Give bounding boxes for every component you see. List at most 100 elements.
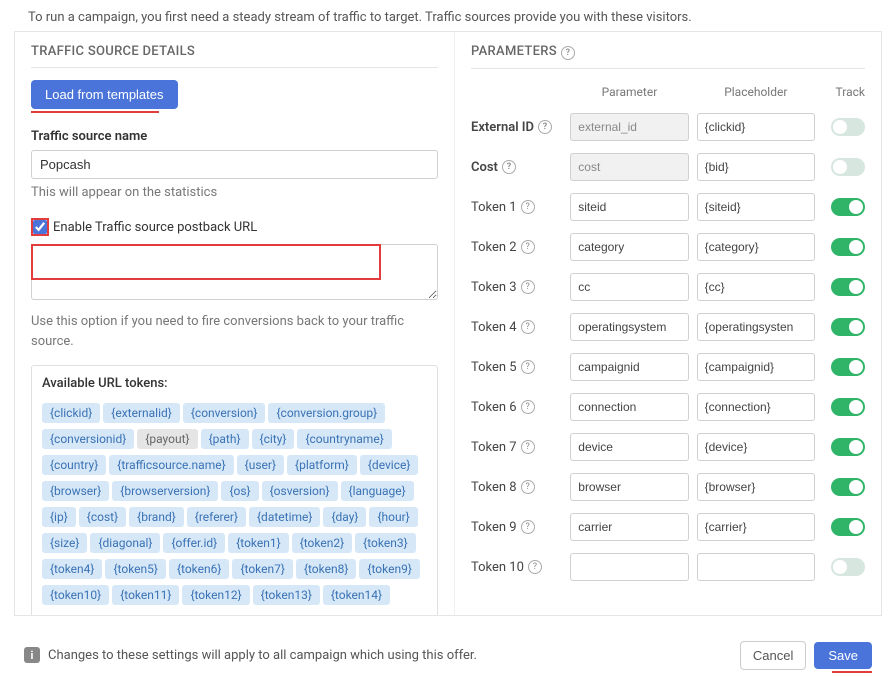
token-pill[interactable]: {hour} [369, 507, 417, 527]
token-pill[interactable]: {offer.id} [163, 533, 225, 553]
parameter-input[interactable] [570, 313, 688, 341]
track-toggle[interactable] [831, 158, 865, 176]
parameter-input[interactable] [570, 473, 688, 501]
token-pill[interactable]: {user} [237, 455, 284, 475]
token-pill[interactable]: {token1} [228, 533, 288, 553]
track-toggle[interactable] [831, 118, 865, 136]
placeholder-input[interactable] [697, 433, 815, 461]
parameter-input[interactable] [570, 273, 688, 301]
track-toggle[interactable] [831, 478, 865, 496]
info-icon: i [24, 647, 40, 663]
load-from-templates-button[interactable]: Load from templates [31, 80, 178, 109]
param-row: Token 6? [471, 387, 865, 427]
token-pill[interactable]: {externalid} [103, 403, 180, 423]
parameter-input[interactable] [570, 433, 688, 461]
help-icon[interactable]: ? [521, 280, 535, 294]
parameter-input[interactable] [570, 233, 688, 261]
token-pill[interactable]: {size} [42, 533, 87, 553]
param-row: Token 10? [471, 547, 865, 587]
token-pill[interactable]: {token4} [42, 559, 102, 579]
help-icon[interactable]: ? [521, 320, 535, 334]
token-pill[interactable]: {os} [221, 481, 258, 501]
help-icon[interactable]: ? [502, 160, 516, 174]
token-pill[interactable]: {cost} [79, 507, 126, 527]
token-pill[interactable]: {token3} [355, 533, 415, 553]
help-icon[interactable]: ? [561, 46, 575, 60]
cancel-button[interactable]: Cancel [740, 641, 806, 670]
token-pill[interactable]: {token2} [292, 533, 352, 553]
track-toggle[interactable] [831, 438, 865, 456]
placeholder-input[interactable] [697, 113, 815, 141]
placeholder-input[interactable] [697, 393, 815, 421]
token-pill[interactable]: {ip} [42, 507, 76, 527]
parameter-input[interactable] [570, 193, 688, 221]
token-pill[interactable]: {conversionid} [42, 429, 134, 449]
placeholder-input[interactable] [697, 233, 815, 261]
track-toggle[interactable] [831, 238, 865, 256]
placeholder-input[interactable] [697, 553, 815, 581]
token-pill[interactable]: {day} [323, 507, 366, 527]
traffic-source-name-input[interactable] [31, 150, 438, 179]
track-toggle[interactable] [831, 398, 865, 416]
track-toggle[interactable] [831, 278, 865, 296]
token-pill[interactable]: {platform} [287, 455, 357, 475]
token-pill[interactable]: {token9} [359, 559, 419, 579]
token-pill[interactable]: {browserversion} [112, 481, 218, 501]
token-pill[interactable]: {language} [341, 481, 414, 501]
token-pill[interactable]: {clickid} [42, 403, 100, 423]
token-pill[interactable]: {token14} [323, 585, 390, 605]
token-pill[interactable]: {city} [252, 429, 295, 449]
token-pill[interactable]: {referer} [187, 507, 246, 527]
token-pill[interactable]: {token10} [42, 585, 109, 605]
help-icon[interactable]: ? [521, 360, 535, 374]
token-pill[interactable]: {diagonal} [90, 533, 160, 553]
token-pill[interactable]: {token5} [105, 559, 165, 579]
enable-postback-checkbox[interactable] [33, 220, 47, 234]
save-button[interactable]: Save [814, 642, 872, 669]
parameter-input[interactable] [570, 353, 688, 381]
token-pill[interactable]: {country} [42, 455, 106, 475]
help-icon[interactable]: ? [521, 520, 535, 534]
token-pill[interactable]: {brand} [129, 507, 184, 527]
token-pill[interactable]: {path} [201, 429, 249, 449]
postback-url-textarea[interactable] [31, 244, 438, 300]
placeholder-input[interactable] [697, 513, 815, 541]
track-toggle[interactable] [831, 198, 865, 216]
parameter-input[interactable] [570, 393, 688, 421]
help-icon[interactable]: ? [521, 480, 535, 494]
help-icon[interactable]: ? [521, 440, 535, 454]
token-pill[interactable]: {token12} [182, 585, 249, 605]
token-pill[interactable]: {token7} [232, 559, 292, 579]
track-toggle[interactable] [831, 558, 865, 576]
token-pill[interactable]: {token11} [112, 585, 179, 605]
help-icon[interactable]: ? [538, 120, 552, 134]
placeholder-input[interactable] [697, 153, 815, 181]
token-pill[interactable]: {datetime} [249, 507, 320, 527]
token-pill[interactable]: {token13} [253, 585, 320, 605]
help-icon[interactable]: ? [521, 200, 535, 214]
placeholder-input[interactable] [697, 313, 815, 341]
placeholder-input[interactable] [697, 473, 815, 501]
token-pill[interactable]: {countryname} [297, 429, 391, 449]
token-pill[interactable]: {device} [360, 455, 419, 475]
help-icon[interactable]: ? [521, 400, 535, 414]
placeholder-input[interactable] [697, 273, 815, 301]
token-pill[interactable]: {token6} [169, 559, 229, 579]
token-pill[interactable]: {payout} [137, 429, 197, 449]
placeholder-input[interactable] [697, 353, 815, 381]
placeholder-input[interactable] [697, 193, 815, 221]
help-icon[interactable]: ? [528, 560, 542, 574]
parameter-input[interactable] [570, 553, 688, 581]
track-toggle[interactable] [831, 358, 865, 376]
token-pill[interactable]: {conversion.group} [268, 403, 385, 423]
track-toggle[interactable] [831, 318, 865, 336]
track-toggle[interactable] [831, 518, 865, 536]
token-pill[interactable]: {trafficsource.name} [109, 455, 233, 475]
parameter-input[interactable] [570, 513, 688, 541]
help-icon[interactable]: ? [521, 240, 535, 254]
token-pill[interactable]: {osversion} [262, 481, 338, 501]
token-pill[interactable]: {browser} [42, 481, 109, 501]
param-header-row: Parameter Placeholder Track [471, 81, 865, 107]
token-pill[interactable]: {conversion} [183, 403, 266, 423]
token-pill[interactable]: {token8} [296, 559, 356, 579]
